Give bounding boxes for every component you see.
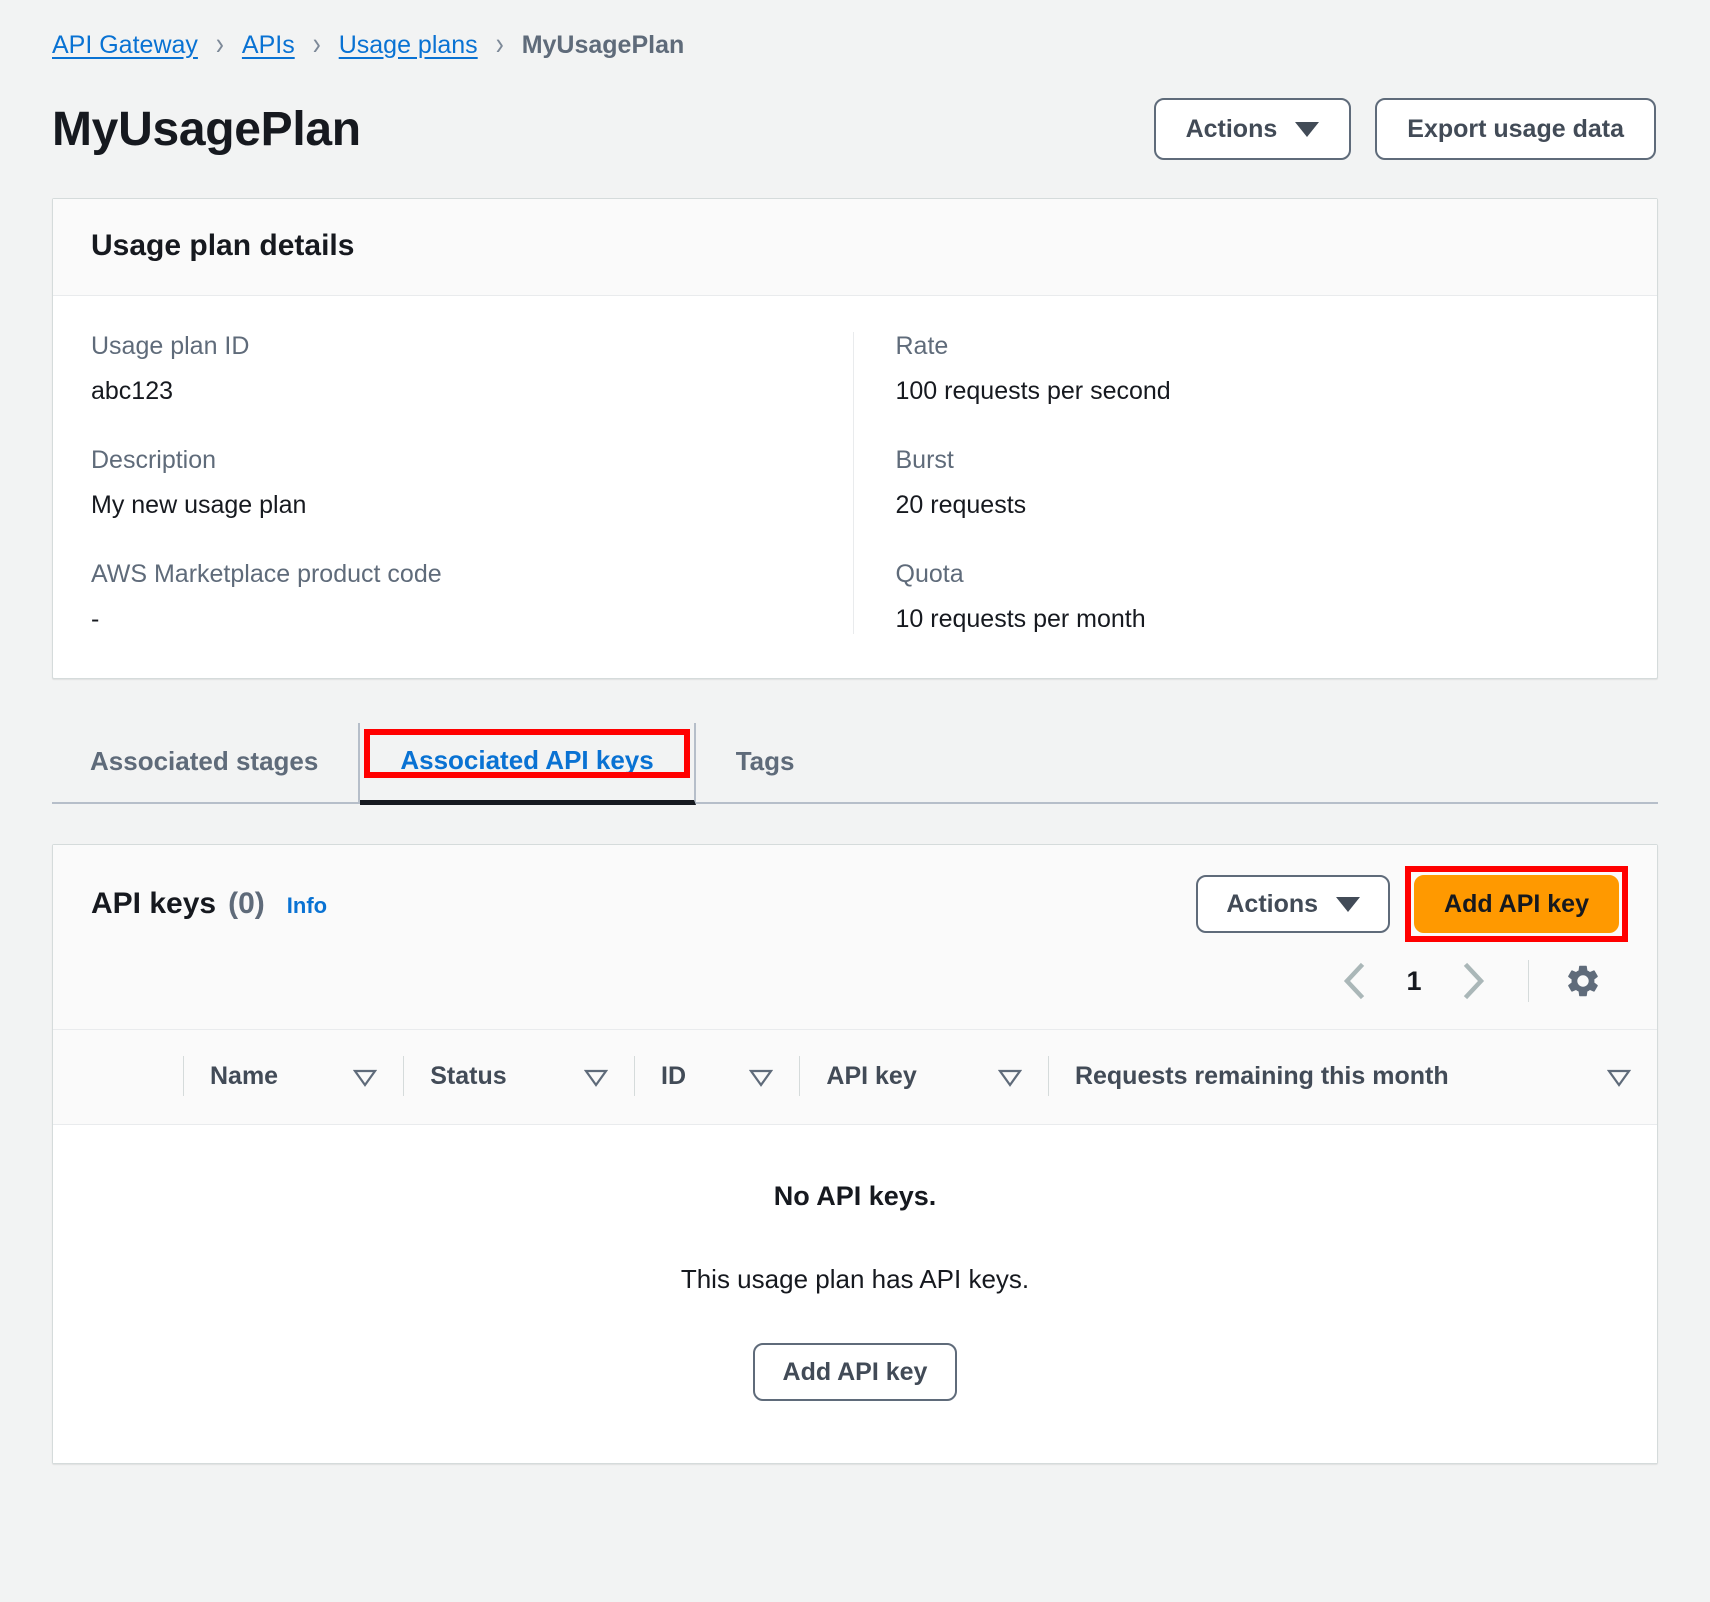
breadcrumb-separator-icon: ›: [215, 26, 224, 62]
table-header-spacer: [53, 1029, 183, 1125]
api-keys-card: API keys (0) Info Actions Add API key 1 …: [52, 844, 1658, 1464]
usage-plan-details-body: Usage plan ID abc123 Description My new …: [53, 296, 1657, 678]
tab-tags[interactable]: Tags: [696, 723, 835, 802]
table-empty-row: No API keys. This usage plan has API key…: [53, 1124, 1657, 1463]
table-header-label: Requests remaining this month: [1074, 1061, 1449, 1090]
table-header-label: API key: [826, 1061, 917, 1090]
header-actions-label: Actions: [1185, 114, 1278, 143]
api-keys-actions-button[interactable]: Actions: [1196, 875, 1391, 933]
field-value: My new usage plan: [91, 491, 307, 519]
api-keys-count: (0): [228, 887, 265, 920]
api-keys-actions-label: Actions: [1226, 889, 1319, 918]
chevron-down-icon: [1336, 896, 1361, 912]
sort-descending-icon[interactable]: [997, 1068, 1022, 1087]
field-label: Quota: [895, 560, 964, 588]
add-api-key-button[interactable]: Add API key: [1414, 875, 1619, 933]
table-header-id[interactable]: ID: [634, 1029, 800, 1125]
pagination-next-button[interactable]: [1448, 955, 1500, 1007]
page-title: MyUsagePlan: [52, 102, 361, 156]
field-label: Burst: [895, 446, 954, 474]
add-api-key-annotation: Add API key: [1405, 866, 1628, 942]
breadcrumb: API Gateway › APIs › Usage plans › MyUsa…: [52, 26, 1658, 62]
page-root: API Gateway › APIs › Usage plans › MyUsa…: [0, 0, 1710, 1602]
table-header-requests-remaining[interactable]: Requests remaining this month: [1047, 1029, 1657, 1125]
breadcrumb-separator-icon: ›: [312, 26, 321, 62]
pagination-page-number[interactable]: 1: [1388, 966, 1440, 997]
breadcrumb-item-api-gateway[interactable]: API Gateway: [52, 31, 198, 60]
field-marketplace-product-code: AWS Marketplace product code -: [91, 560, 815, 634]
breadcrumb-separator-icon: ›: [495, 26, 504, 62]
field-label: AWS Marketplace product code: [91, 560, 442, 588]
details-column-right: Rate 100 requests per second Burst 20 re…: [852, 332, 1658, 634]
field-description: Description My new usage plan: [91, 446, 815, 520]
sort-descending-icon[interactable]: [584, 1068, 609, 1087]
details-column-left: Usage plan ID abc123 Description My new …: [53, 332, 853, 634]
field-usage-plan-id: Usage plan ID abc123: [91, 332, 815, 406]
api-keys-table-head: Name Status ID API key Requests remainin…: [53, 1029, 1657, 1125]
tab-associated-stages[interactable]: Associated stages: [52, 723, 361, 802]
table-header-name[interactable]: Name: [183, 1029, 404, 1125]
header-actions-button[interactable]: Actions: [1153, 98, 1352, 160]
table-header-row: Name Status ID API key Requests remainin…: [53, 1029, 1657, 1125]
api-keys-title-group: API keys (0) Info: [91, 887, 327, 921]
page-header: MyUsagePlan Actions Export usage data: [52, 98, 1658, 160]
table-header-label: Status: [430, 1061, 507, 1090]
empty-state-subtitle: This usage plan has API keys.: [680, 1264, 1030, 1294]
sort-descending-icon[interactable]: [1607, 1068, 1631, 1087]
api-keys-toolbar: API keys (0) Info Actions Add API key 1: [53, 845, 1657, 1029]
usage-plan-details-title: Usage plan details: [91, 229, 355, 262]
api-keys-title: API keys: [91, 887, 217, 920]
usage-plan-details-header: Usage plan details: [53, 199, 1657, 296]
field-value: abc123: [91, 377, 174, 405]
api-keys-table: Name Status ID API key Requests remainin…: [53, 1029, 1657, 1463]
sort-descending-icon[interactable]: [353, 1068, 378, 1087]
table-header-api-key[interactable]: API key: [799, 1029, 1048, 1125]
field-value: -: [91, 605, 100, 633]
usage-plan-details-card: Usage plan details Usage plan ID abc123 …: [52, 198, 1658, 679]
page-header-actions: Actions Export usage data: [1153, 98, 1656, 160]
field-label: Rate: [895, 332, 949, 360]
pagination: 1: [91, 933, 1619, 1029]
api-keys-table-body: No API keys. This usage plan has API key…: [53, 1124, 1657, 1463]
chevron-left-icon: [1343, 962, 1365, 1000]
field-value: 10 requests per month: [895, 605, 1146, 633]
table-header-label: Name: [210, 1061, 279, 1090]
empty-state-title: No API keys.: [773, 1181, 937, 1211]
tab-associated-api-keys[interactable]: Associated API keys: [360, 723, 696, 805]
empty-state: No API keys. This usage plan has API key…: [53, 1124, 1657, 1463]
toolbar-divider: [1528, 960, 1529, 1002]
field-quota: Quota 10 requests per month: [896, 560, 1620, 634]
api-keys-toolbar-buttons: Actions Add API key: [1196, 866, 1628, 942]
field-value: 100 requests per second: [895, 377, 1171, 405]
api-keys-toolbar-row: API keys (0) Info Actions Add API key: [91, 866, 1628, 942]
tab-bar: Associated stages Associated API keys Ta…: [52, 723, 1658, 805]
chevron-right-icon: [1463, 962, 1485, 1000]
info-link[interactable]: Info: [287, 893, 327, 919]
breadcrumb-item-usage-plans[interactable]: Usage plans: [339, 31, 478, 60]
table-header-label: ID: [661, 1061, 687, 1090]
field-burst: Burst 20 requests: [896, 446, 1620, 520]
breadcrumb-item-apis[interactable]: APIs: [242, 31, 295, 60]
chevron-down-icon: [1295, 121, 1320, 137]
pagination-prev-button[interactable]: [1328, 955, 1380, 1007]
table-header-status[interactable]: Status: [403, 1029, 635, 1125]
breadcrumb-item-current: MyUsagePlan: [521, 30, 685, 59]
empty-state-add-api-key-button[interactable]: Add API key: [752, 1343, 958, 1401]
field-rate: Rate 100 requests per second: [896, 332, 1620, 406]
gear-icon: [1568, 965, 1598, 997]
table-preferences-button[interactable]: [1557, 955, 1609, 1007]
export-usage-data-button[interactable]: Export usage data: [1375, 98, 1656, 160]
field-value: 20 requests: [895, 491, 1027, 519]
field-label: Usage plan ID: [91, 332, 250, 360]
sort-descending-icon[interactable]: [749, 1068, 774, 1087]
field-label: Description: [91, 446, 217, 474]
